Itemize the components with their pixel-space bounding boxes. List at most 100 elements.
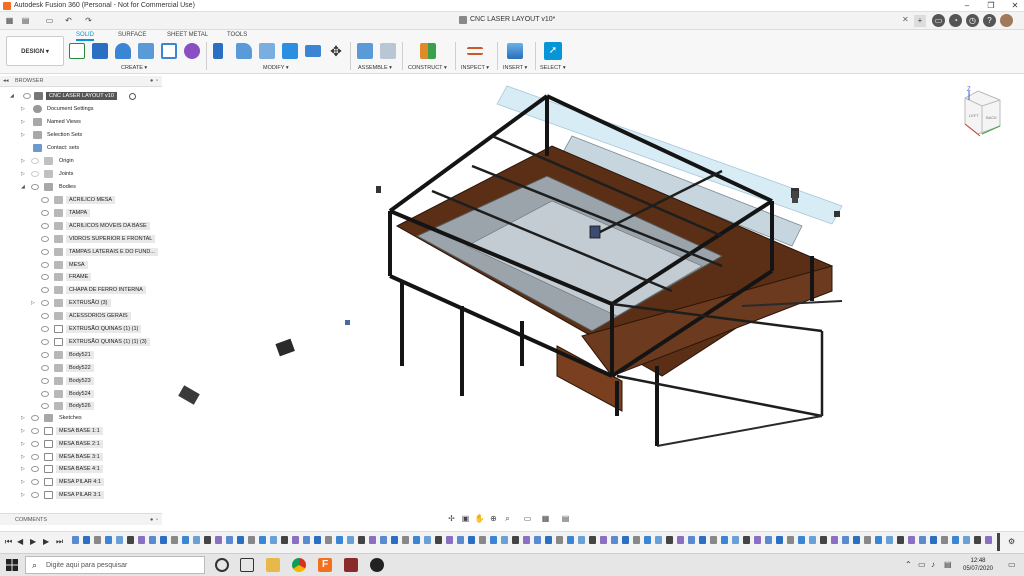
undo-icon[interactable]: ↶: [63, 15, 74, 26]
body-row[interactable]: EXTRUSÃO QUINAS (1) (1) (3): [0, 336, 162, 348]
timeline-feature-icon[interactable]: [336, 536, 343, 544]
timeline-feature-icon[interactable]: [512, 536, 519, 544]
visibility-eye-icon[interactable]: [41, 235, 49, 242]
viewcube[interactable]: Z LEFT BACK: [960, 86, 1010, 141]
browser-item-named-views[interactable]: ▷ Named Views: [0, 116, 162, 128]
timeline-next-icon[interactable]: ▶: [43, 537, 49, 546]
timeline-feature-icon[interactable]: [644, 536, 651, 544]
sketch-row[interactable]: ▷ MESA BASE 1:1: [0, 425, 162, 437]
visibility-eye-icon[interactable]: [31, 479, 39, 486]
close-window-button[interactable]: ✕: [1008, 1, 1022, 11]
timeline-feature-icon[interactable]: [688, 536, 695, 544]
timeline-feature-icon[interactable]: [622, 536, 629, 544]
visibility-eye-icon[interactable]: [31, 492, 39, 498]
visibility-eye-icon[interactable]: [31, 440, 39, 447]
visibility-eye-icon[interactable]: [41, 300, 49, 307]
expand-triangle-icon[interactable]: ▷: [21, 492, 25, 498]
timeline-play-icon[interactable]: ▶: [30, 537, 36, 546]
timeline-feature-icon[interactable]: [677, 536, 684, 544]
visibility-eye-icon[interactable]: [41, 390, 49, 397]
taskbar-search-box[interactable]: ⌕ Digite aqui para pesquisar: [25, 556, 205, 574]
timeline-feature-icon[interactable]: [974, 536, 981, 544]
visibility-eye-icon[interactable]: [23, 93, 31, 99]
timeline-feature-icon[interactable]: [776, 536, 783, 544]
expand-triangle-icon[interactable]: ▷: [21, 132, 25, 138]
timeline-feature-icon[interactable]: [952, 536, 959, 544]
construct-group-label[interactable]: CONSTRUCT ▾: [408, 65, 447, 71]
comments-options-icon[interactable]: ●: [150, 517, 153, 523]
redo-icon[interactable]: ↷: [83, 15, 94, 26]
timeline-feature-icon[interactable]: [468, 536, 475, 544]
minimize-button[interactable]: –: [960, 1, 974, 11]
shell-icon[interactable]: [282, 43, 298, 59]
activate-radio-icon[interactable]: [129, 93, 136, 100]
timeline-feature-icon[interactable]: [369, 536, 376, 544]
joint-icon[interactable]: [380, 43, 396, 59]
fit-icon[interactable]: ⌕: [502, 513, 513, 524]
timeline-feature-icon[interactable]: [545, 536, 552, 544]
timeline-feature-icon[interactable]: [248, 536, 255, 544]
create-sketch-icon[interactable]: [69, 43, 85, 59]
assemble-group-label[interactable]: ASSEMBLE ▾: [358, 65, 392, 71]
sketch-row[interactable]: ▷ MESA BASE 2:1: [0, 438, 162, 450]
insert-canvas-icon[interactable]: [507, 43, 523, 59]
new-component-icon[interactable]: [357, 43, 373, 59]
timeline-feature-icon[interactable]: [523, 536, 530, 544]
keyboard-layout-icon[interactable]: ▤: [944, 560, 952, 569]
orbit-icon[interactable]: ✢: [446, 513, 457, 524]
timeline-feature-icon[interactable]: [270, 536, 277, 544]
timeline-feature-icon[interactable]: [479, 536, 486, 544]
timeline-settings-icon[interactable]: ⚙: [1008, 537, 1015, 546]
tab-surface[interactable]: SURFACE: [118, 32, 146, 38]
file-explorer-icon[interactable]: [266, 558, 280, 572]
data-panel-grid-icon[interactable]: ▦: [4, 15, 15, 26]
windows-start-icon[interactable]: [6, 559, 18, 571]
timeline-feature-icon[interactable]: [578, 536, 585, 544]
timeline-feature-icon[interactable]: [589, 536, 596, 544]
timeline-feature-icon[interactable]: [127, 536, 134, 544]
browser-item-sketches[interactable]: ▷ Sketches: [0, 412, 162, 424]
timeline-feature-icon[interactable]: [534, 536, 541, 544]
body-row[interactable]: Body524: [0, 388, 162, 400]
timeline-feature-icon[interactable]: [655, 536, 662, 544]
fillet-icon[interactable]: [236, 43, 252, 59]
timeline-feature-icon[interactable]: [204, 536, 211, 544]
browser-item-joints[interactable]: ▷ Joints: [0, 168, 162, 180]
timeline-feature-icon[interactable]: [182, 536, 189, 544]
notification-center-icon[interactable]: ▭: [1008, 560, 1016, 569]
timeline-feature-icon[interactable]: [842, 536, 849, 544]
timeline-feature-icon[interactable]: [94, 536, 101, 544]
expand-triangle-icon[interactable]: ▷: [21, 171, 25, 177]
workspace-switcher-button[interactable]: DESIGN ▾: [6, 36, 64, 66]
timeline-feature-icon[interactable]: [105, 536, 112, 544]
timeline-feature-icon[interactable]: [138, 536, 145, 544]
timeline-feature-icon[interactable]: [347, 536, 354, 544]
timeline-feature-icon[interactable]: [314, 536, 321, 544]
body-row[interactable]: TAMPA: [0, 207, 162, 219]
browser-item-selection-sets[interactable]: ▷ Selection Sets: [0, 129, 162, 141]
extrude-icon[interactable]: [92, 43, 108, 59]
timeline-feature-icon[interactable]: [83, 536, 90, 544]
timeline-feature-icon[interactable]: [556, 536, 563, 544]
timeline-feature-icon[interactable]: [699, 536, 706, 544]
expand-triangle-icon[interactable]: ▷: [21, 415, 25, 421]
tab-tools[interactable]: TOOLS: [227, 32, 247, 38]
timeline-feature-icon[interactable]: [457, 536, 464, 544]
offset-plane-icon[interactable]: [420, 43, 436, 59]
visibility-eye-icon[interactable]: [31, 453, 39, 460]
cortana-icon[interactable]: [215, 558, 229, 572]
timeline-feature-icon[interactable]: [567, 536, 574, 544]
body-row[interactable]: CHAPA DE FERRO INTERNA: [0, 284, 162, 296]
timeline-feature-icon[interactable]: [864, 536, 871, 544]
timeline-feature-icon[interactable]: [886, 536, 893, 544]
timeline-feature-icon[interactable]: [985, 536, 992, 544]
body-row[interactable]: ▷ EXTRUSÃO (3): [0, 297, 162, 309]
visibility-eye-icon[interactable]: [41, 248, 49, 255]
visibility-eye-icon[interactable]: [41, 209, 49, 216]
timeline-feature-icon[interactable]: [611, 536, 618, 544]
timeline-feature-icon[interactable]: [754, 536, 761, 544]
timeline-feature-icon[interactable]: [237, 536, 244, 544]
timeline-first-icon[interactable]: ⏮: [5, 537, 12, 547]
display-settings-icon[interactable]: ▭: [522, 513, 533, 524]
visibility-eye-icon[interactable]: [41, 351, 49, 358]
